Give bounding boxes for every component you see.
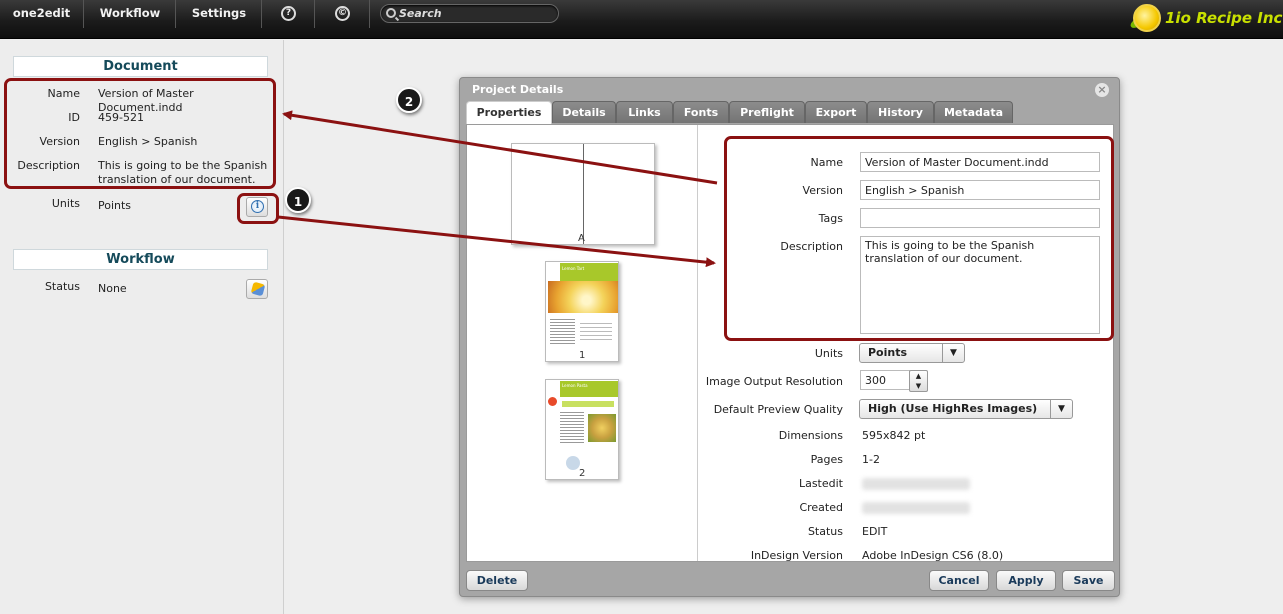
save-button[interactable]: Save [1062,570,1115,591]
resolution-stepper[interactable]: ▲ ▼ [909,370,928,392]
project-details-dialog: Project Details × Properties Details Lin… [459,77,1120,597]
units-select-value: Points [868,346,908,359]
nav-one2edit[interactable]: one2edit [0,0,84,28]
help-icon: ? [281,6,296,21]
id-label: ID [68,111,80,124]
resolution-field[interactable] [860,370,910,390]
callout-1: 1 [285,187,311,213]
form-indesign-label: InDesign Version [750,549,843,562]
workflow-heading: Workflow [13,249,268,270]
tab-details[interactable]: Details [552,101,616,123]
indesign-version-value: Adobe InDesign CS6 (8.0) [862,549,1004,562]
brand-name: 1io Recipe Inc. [1165,9,1283,27]
lemon-icon [1133,4,1161,32]
tab-history[interactable]: History [867,101,934,123]
top-navigation-bar: one2edit Workflow Settings ? © 1io Recip… [0,0,1283,39]
form-created-label: Created [799,501,843,514]
workflow-button[interactable] [246,279,268,299]
preview-quality-select[interactable]: High (Use HighRes Images) ▼ [859,399,1073,419]
form-version-label: Version [802,184,843,197]
status-label: Status [44,280,80,293]
tab-export[interactable]: Export [805,101,867,123]
name-label: Name [47,87,80,100]
tags-field[interactable] [860,208,1100,228]
callout-2: 2 [396,87,422,113]
lastedit-value-redacted [862,478,970,490]
dialog-title: Project Details [472,83,564,96]
nav-settings[interactable]: Settings [177,0,262,28]
workflow-icon [250,281,266,297]
units-select[interactable]: Points ▼ [859,343,965,363]
chevron-down-icon: ▼ [1050,400,1072,418]
form-lastedit-label: Lastedit [798,477,843,490]
form-tags-label: Tags [818,212,843,225]
delete-button[interactable]: Delete [466,570,528,591]
close-icon[interactable]: × [1095,83,1109,97]
version-label: Version [39,135,80,148]
form-status-label: Status [807,525,843,538]
name-field[interactable] [860,152,1100,172]
dimensions-value: 595x842 pt [862,429,926,442]
created-value-redacted [862,502,970,514]
description-label: Description [17,159,80,172]
form-description-label: Description [780,240,843,253]
tab-preflight[interactable]: Preflight [729,101,805,123]
copyright-button[interactable]: © [316,0,370,28]
info-icon: i [251,200,264,213]
search-icon [386,8,396,18]
version-value: English > Spanish [98,135,198,148]
thumbnail-header: Lemon Tart [562,266,585,271]
form-pages-label: Pages [810,453,843,466]
chevron-down-icon: ▼ [942,344,964,362]
form-dimensions-label: Dimensions [778,429,843,442]
status-value: EDIT [862,525,888,538]
pages-value: 1-2 [862,453,880,466]
version-field[interactable] [860,180,1100,200]
tab-metadata[interactable]: Metadata [934,101,1013,123]
nav-workflow[interactable]: Workflow [85,0,176,28]
thumbnail-header: Lemon Pasta [562,383,588,388]
tab-properties[interactable]: Properties [466,101,552,125]
search-box[interactable] [380,4,559,23]
copyright-icon: © [335,6,350,21]
quality-select-value: High (Use HighRes Images) [868,402,1038,415]
help-button[interactable]: ? [263,0,315,28]
id-value: 459-521 [98,111,144,124]
description-field[interactable]: This is going to be the Spanish translat… [860,236,1100,334]
units-label: Units [51,197,80,210]
thumbnail-label: A [578,233,585,244]
dialog-body: A Lemon Tart 1 Lemon Pasta 2 Name Versio… [466,124,1114,562]
thumbnail-page-1[interactable]: Lemon Tart 1 [545,261,619,362]
form-quality-label: Default Preview Quality [713,403,843,416]
thumbnail-page-2[interactable]: Lemon Pasta 2 [545,379,619,480]
form-units-label: Units [814,347,843,360]
left-sidebar: Document Name Version of Master Document… [0,40,284,614]
form-resolution-label: Image Output Resolution [705,375,843,388]
tab-fonts[interactable]: Fonts [673,101,729,123]
thumbnail-label: 1 [579,350,586,361]
thumbnail-label: 2 [579,468,586,479]
tab-links[interactable]: Links [616,101,673,123]
search-input[interactable] [399,6,549,21]
description-value: This is going to be the Spanish translat… [98,159,268,186]
document-info-button[interactable]: i [246,197,268,217]
document-heading: Document [13,56,268,77]
cancel-button[interactable]: Cancel [929,570,989,591]
apply-button[interactable]: Apply [996,570,1056,591]
form-name-label: Name [810,156,843,169]
